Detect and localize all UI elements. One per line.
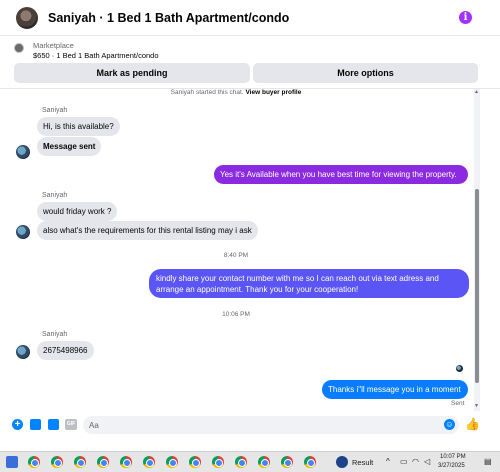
listing-detail[interactable]: $650 · 1 Bed 1 Bath Apartment/condo [33, 51, 159, 60]
message-composer: + GIF ☺ 👍 [0, 413, 500, 437]
messenger-window: Saniyah · 1 Bed 1 Bath Apartment/condo i… [0, 0, 500, 472]
sender-avatar[interactable] [16, 145, 30, 159]
info-icon[interactable]: i [459, 11, 472, 24]
chrome-icon[interactable] [143, 456, 155, 468]
system-note-text: Saniyah started this chat. [170, 89, 244, 96]
os-taskbar: Result ^ ▭ ◠ ◁ 10:07 PM 3/27/2025 ▤ [0, 451, 500, 472]
thread-scrollbar[interactable]: ▲ ▼ [474, 89, 480, 411]
gif-icon[interactable]: GIF [65, 419, 77, 430]
chrome-icon[interactable] [281, 456, 293, 468]
chrome-icon[interactable] [212, 456, 224, 468]
chrome-icon[interactable] [304, 456, 316, 468]
more-options-button[interactable]: More options [253, 63, 478, 83]
scroll-thumb[interactable] [475, 189, 479, 383]
sender-avatar[interactable] [16, 345, 30, 359]
notification-icon[interactable]: ▤ [484, 457, 492, 467]
message-input[interactable] [83, 416, 459, 434]
timestamp: 8:40 PM [223, 252, 249, 259]
read-receipt-avatar [456, 365, 463, 372]
sender-name: Saniyah [42, 331, 68, 338]
outgoing-message[interactable]: Thanks i"ll message you in a moment [322, 380, 468, 399]
wifi-icon[interactable]: ◠ [412, 457, 419, 467]
chrome-icon[interactable] [189, 456, 201, 468]
network-icon[interactable]: ▭ [400, 457, 408, 467]
listing-thumbnail[interactable] [14, 43, 24, 53]
timestamp: 10:06 PM [222, 311, 250, 318]
sent-status: Sent [451, 400, 465, 407]
incoming-message[interactable]: Message sent [37, 137, 102, 156]
listing-source: Marketplace [33, 41, 74, 50]
outgoing-message[interactable]: kindly share your contact number with me… [149, 269, 469, 298]
chat-title[interactable]: Saniyah · 1 Bed 1 Bath Apartment/condo [48, 11, 289, 25]
chrome-icon[interactable] [166, 456, 178, 468]
incoming-message[interactable]: 2675498966 [37, 341, 94, 360]
sticker-icon[interactable] [48, 419, 59, 430]
chevron-up-icon[interactable]: ^ [386, 457, 390, 467]
plus-icon[interactable]: + [12, 419, 23, 430]
view-buyer-profile-link[interactable]: View buyer profile [245, 89, 301, 96]
chrome-icon[interactable] [235, 456, 247, 468]
avatar[interactable] [16, 6, 38, 29]
message-thread: Saniyah started this chat. View buyer pr… [0, 89, 472, 411]
chrome-icon[interactable] [120, 456, 132, 468]
chrome-icon[interactable] [51, 456, 63, 468]
sender-name: Saniyah [42, 192, 68, 199]
chrome-icon[interactable] [28, 456, 40, 468]
mark-as-pending-button[interactable]: Mark as pending [14, 63, 250, 83]
sender-avatar[interactable] [16, 225, 30, 239]
chrome-icon[interactable] [97, 456, 109, 468]
taskbar-widget-label[interactable]: Result [352, 458, 373, 467]
outgoing-message[interactable]: Yes it's Available when you have best ti… [214, 165, 468, 184]
taskbar-app-icon[interactable] [6, 456, 18, 468]
chat-header: Saniyah · 1 Bed 1 Bath Apartment/condo i [0, 0, 500, 36]
incoming-message[interactable]: also what's the requirements for this re… [37, 221, 258, 240]
clock-date[interactable]: 3/27/2025 [438, 463, 465, 469]
incoming-message[interactable]: Hi, is this available? [37, 117, 120, 136]
sender-name: Saniyah [42, 107, 68, 114]
photo-icon[interactable] [30, 419, 41, 430]
chrome-icon[interactable] [74, 456, 86, 468]
clock-time[interactable]: 10:07 PM [440, 454, 466, 460]
emoji-icon[interactable]: ☺ [444, 419, 455, 430]
incoming-message[interactable]: would friday work ? [37, 202, 118, 221]
chrome-icon[interactable] [258, 456, 270, 468]
system-note: Saniyah started this chat. View buyer pr… [0, 89, 472, 96]
volume-icon[interactable]: ◁ [424, 457, 430, 467]
scroll-up-icon[interactable]: ▲ [474, 89, 479, 95]
like-icon[interactable]: 👍 [465, 418, 480, 430]
news-widget-icon[interactable] [336, 456, 348, 468]
scroll-down-icon[interactable]: ▼ [474, 403, 479, 409]
